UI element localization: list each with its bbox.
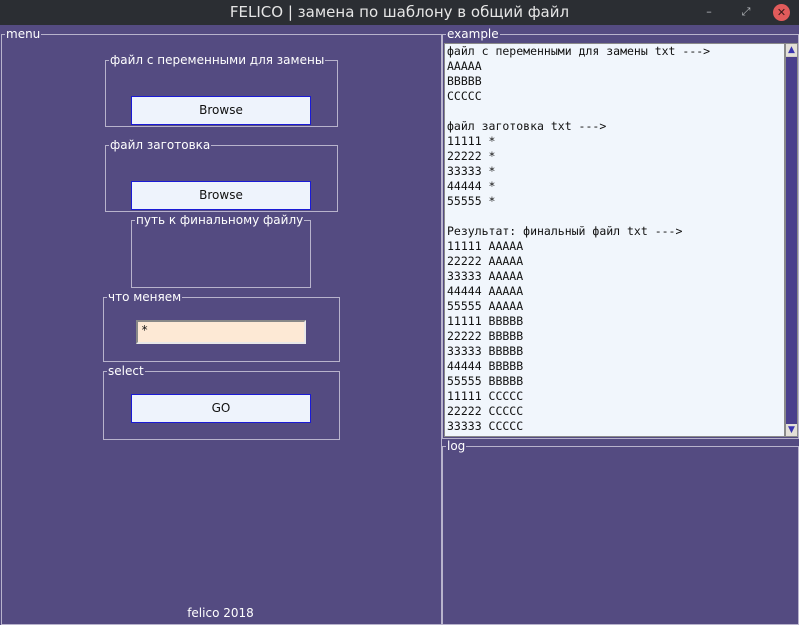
close-icon[interactable]: ✕	[773, 4, 790, 21]
example-line: Результат: финальный файл txt --->	[447, 224, 683, 238]
example-line: файл с переменными для замены txt --->	[447, 44, 711, 58]
select-legend: select	[108, 364, 144, 378]
example-legend: example	[447, 27, 499, 41]
vars-file-legend: файл с переменными для замены	[110, 53, 325, 67]
example-scrollbar[interactable]: ▲ ▼	[785, 43, 798, 437]
example-line: 22222 BBBBB	[447, 329, 524, 343]
example-line: 55555 BBBBB	[447, 374, 524, 388]
vars-file-browse-label: Browse	[199, 103, 243, 117]
final-path-group: путь к финальному файлу	[131, 214, 311, 288]
example-line: 55555 *	[447, 194, 496, 208]
example-line: 44444 *	[447, 179, 496, 193]
window-title: FELICO | замена по шаблону в общий файл	[229, 3, 570, 21]
footer-text: felico 2018	[187, 606, 254, 620]
template-file-legend: файл заготовка	[110, 138, 211, 152]
example-line	[445, 104, 784, 119]
example-line: 44444 BBBBB	[447, 359, 524, 373]
example-line: 11111 AAAAA	[447, 239, 524, 253]
example-line: CCCCC	[447, 89, 482, 103]
minimize-icon[interactable]: –	[701, 4, 717, 20]
template-file-browse-label: Browse	[199, 188, 243, 202]
example-line: 22222 AAAAA	[447, 254, 524, 268]
example-line: 33333 CCCCC	[447, 419, 524, 433]
final-path-legend: путь к финальному файлу	[136, 213, 304, 227]
example-line: AAAAA	[447, 59, 482, 73]
replace-input[interactable]: *	[136, 320, 306, 344]
scroll-thumb[interactable]	[786, 57, 797, 427]
example-line: 11111 *	[447, 134, 496, 148]
scroll-down-icon[interactable]: ▼	[786, 424, 797, 436]
example-textarea[interactable]: файл с переменными для замены txt ---> AA…	[444, 43, 785, 437]
example-line: 44444 AAAAA	[447, 284, 524, 298]
scroll-up-icon[interactable]: ▲	[786, 44, 797, 56]
example-line: 33333 *	[447, 164, 496, 178]
example-line: BBBBB	[447, 74, 482, 88]
maximize-icon[interactable]: ⤢	[738, 4, 754, 20]
replace-legend: что меняем	[108, 290, 182, 304]
example-line: 11111 CCCCC	[447, 389, 524, 403]
example-line: 11111 BBBBB	[447, 314, 524, 328]
template-file-browse-button[interactable]: Browse	[131, 181, 311, 210]
example-line	[445, 209, 784, 224]
go-button-label: GO	[211, 401, 231, 415]
log-frame: log	[442, 440, 799, 625]
example-line: 55555 AAAAA	[447, 299, 524, 313]
example-line: 33333 AAAAA	[447, 269, 524, 283]
example-line: 22222 CCCCC	[447, 404, 524, 418]
menu-legend: menu	[6, 27, 41, 41]
go-button[interactable]: GO	[131, 394, 311, 423]
vars-file-browse-button[interactable]: Browse	[131, 96, 311, 125]
final-path-value	[132, 226, 310, 234]
log-legend: log	[447, 439, 466, 453]
example-line: 22222 *	[447, 149, 496, 163]
title-bar: FELICO | замена по шаблону в общий файл …	[0, 0, 799, 25]
example-line: 33333 BBBBB	[447, 344, 524, 358]
example-line: файл заготовка txt --->	[447, 119, 607, 133]
